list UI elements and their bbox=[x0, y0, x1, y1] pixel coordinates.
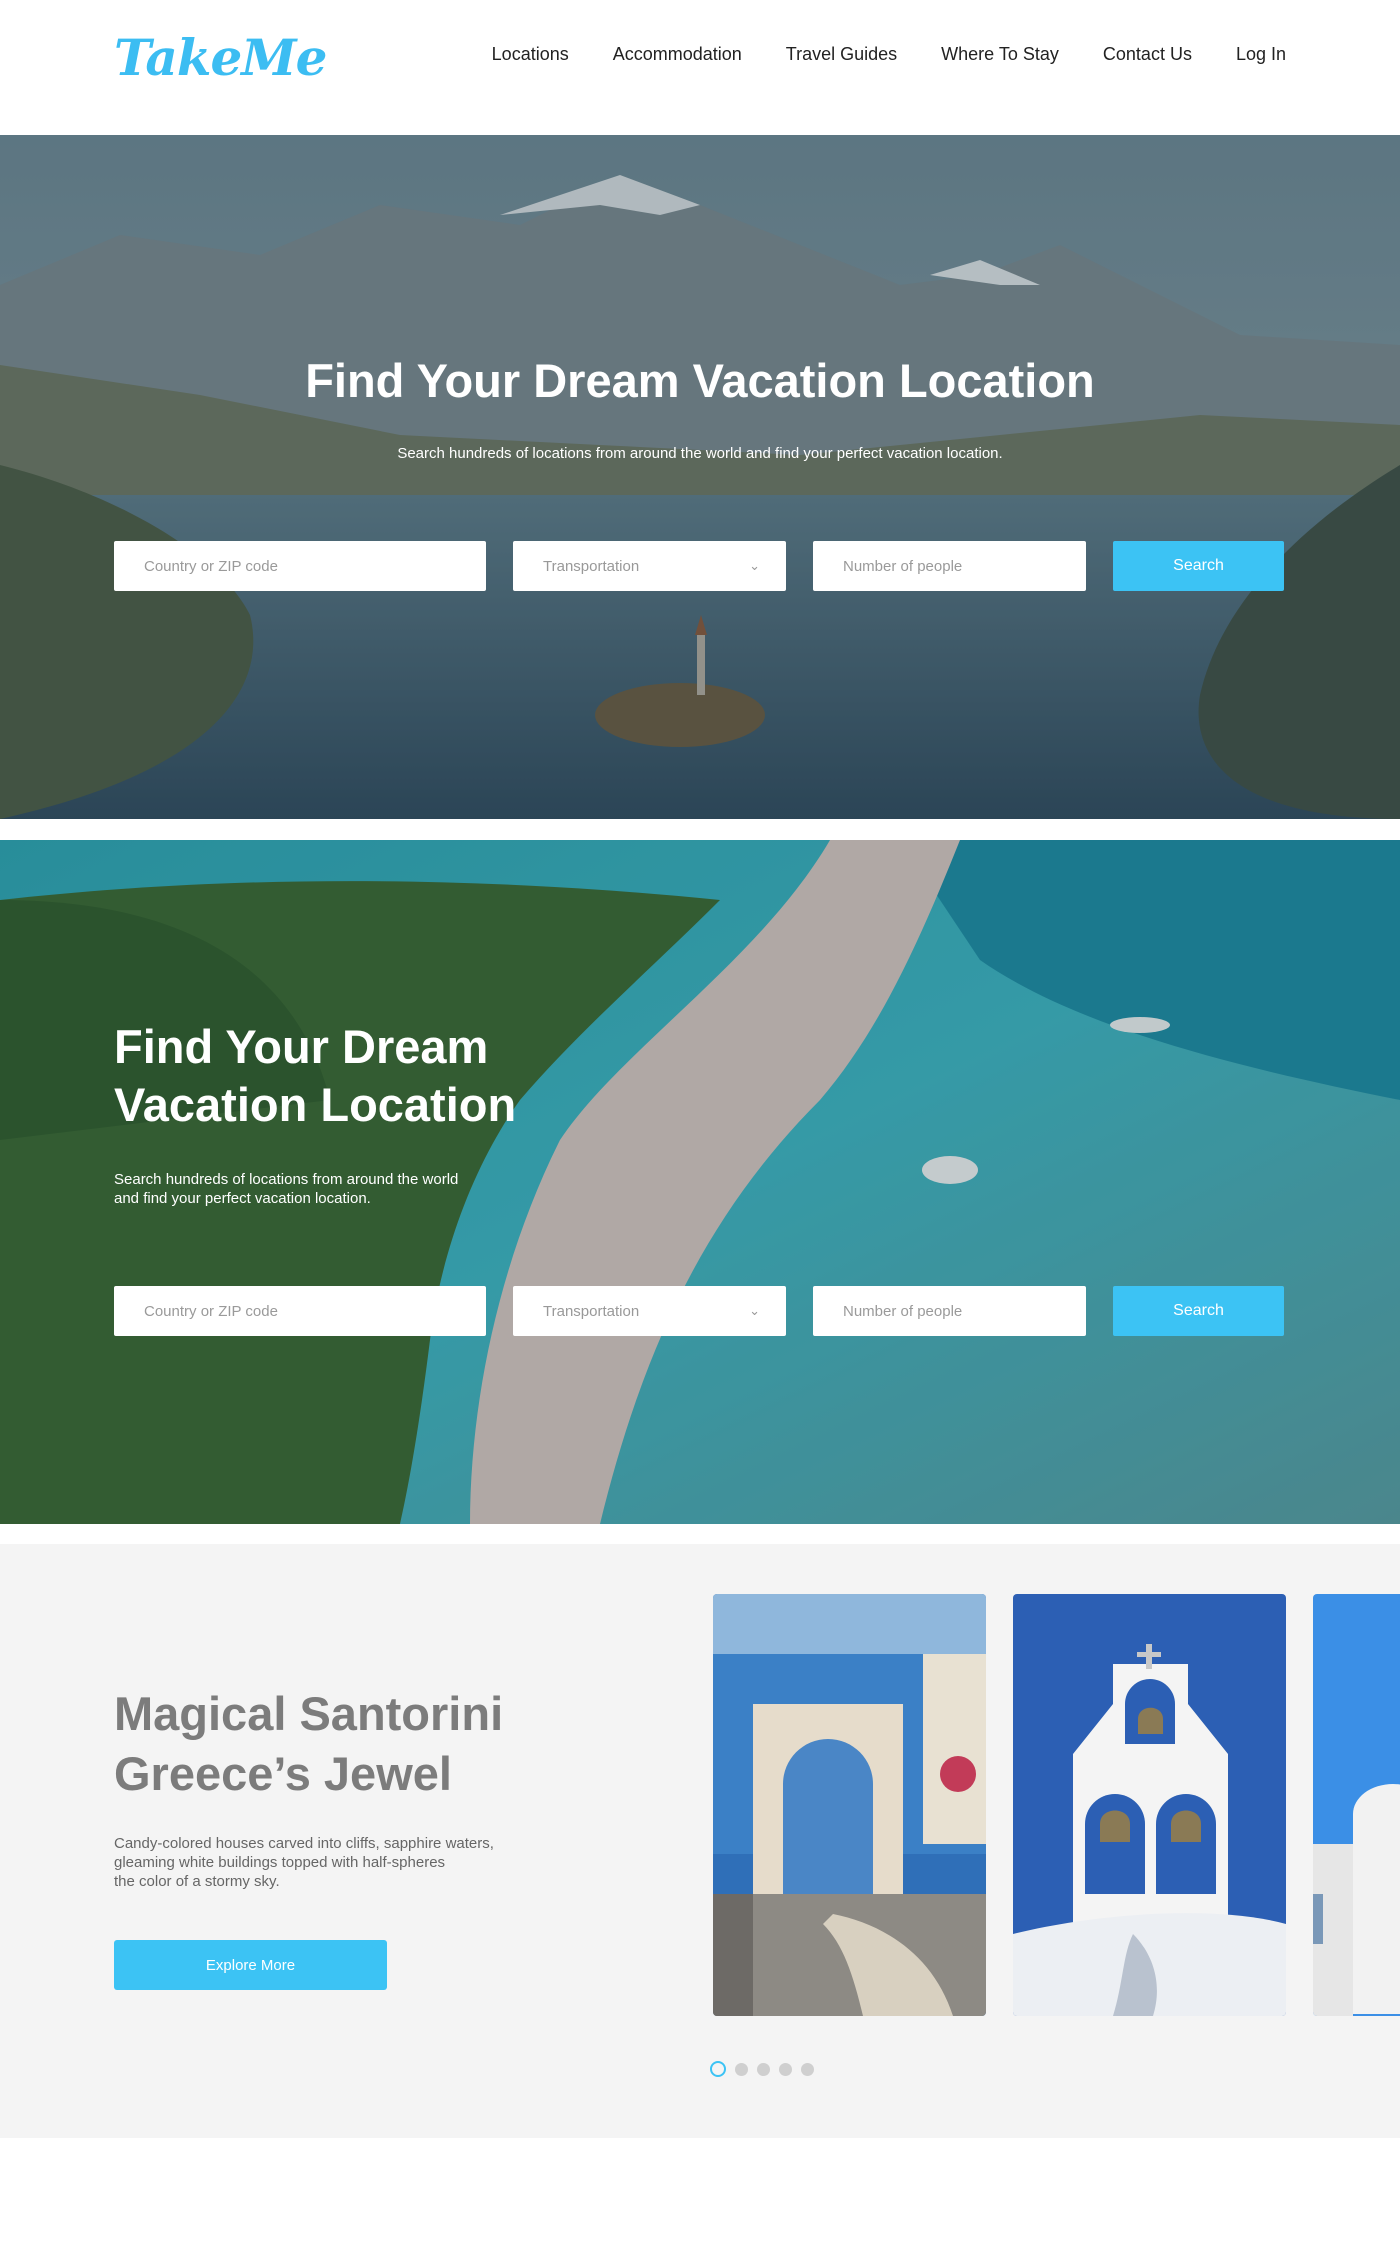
feature-title-line1: Magical Santorini bbox=[114, 1687, 504, 1740]
search-button[interactable]: Search bbox=[1113, 1286, 1284, 1336]
santorini-feature: Magical Santorini Greece’s Jewel Candy-c… bbox=[0, 1544, 1400, 2138]
location-input[interactable] bbox=[114, 541, 486, 591]
transportation-select-value: Transportation bbox=[543, 557, 640, 575]
nav-log-in[interactable]: Log In bbox=[1236, 44, 1286, 65]
hero2-title-line1: Find Your Dream bbox=[114, 1020, 489, 1073]
transportation-select[interactable]: Transportation ⌄ bbox=[513, 541, 786, 591]
archway-image bbox=[713, 1594, 986, 2016]
feature-title: Magical Santorini Greece’s Jewel bbox=[114, 1684, 594, 1804]
bell-tower-image bbox=[1013, 1594, 1286, 2016]
feature-description: Candy-colored houses carved into cliffs,… bbox=[114, 1834, 544, 1891]
chevron-down-icon: ⌄ bbox=[749, 558, 760, 573]
chevron-down-icon: ⌄ bbox=[749, 1303, 760, 1318]
carousel-dot-4[interactable] bbox=[779, 2062, 792, 2076]
feature-title-line2: Greece’s Jewel bbox=[114, 1747, 452, 1800]
carousel-dots bbox=[710, 2061, 814, 2077]
nav-contact-us[interactable]: Contact Us bbox=[1103, 44, 1192, 65]
location-input[interactable] bbox=[114, 1286, 486, 1336]
logo[interactable]: TakeMe bbox=[114, 28, 327, 87]
people-input[interactable] bbox=[813, 1286, 1086, 1336]
carousel-card-white-houses[interactable] bbox=[1313, 1594, 1400, 2016]
site-header: TakeMe Locations Accommodation Travel Gu… bbox=[0, 0, 1400, 135]
nav-travel-guides[interactable]: Travel Guides bbox=[786, 44, 897, 65]
hero2-subtitle-line1: Search hundreds of locations from around… bbox=[114, 1171, 459, 1188]
hero1-subtitle: Search hundreds of locations from around… bbox=[397, 445, 1003, 462]
nav-accommodation[interactable]: Accommodation bbox=[613, 44, 742, 65]
transportation-select[interactable]: Transportation ⌄ bbox=[513, 1286, 786, 1336]
search-button[interactable]: Search bbox=[1113, 541, 1284, 591]
feature-description-line1: Candy-colored houses carved into cliffs,… bbox=[114, 1835, 494, 1852]
hero-beach: Find Your Dream Vacation Location Search… bbox=[0, 840, 1400, 1524]
hero-lake: Find Your Dream Vacation Location Search… bbox=[0, 135, 1400, 819]
feature-description-line3: the color of a stormy sky. bbox=[114, 1873, 280, 1890]
hero-lake-image bbox=[0, 135, 1400, 819]
carousel-card-archway[interactable] bbox=[713, 1594, 986, 2016]
carousel-dot-1[interactable] bbox=[710, 2061, 726, 2077]
main-nav: Locations Accommodation Travel Guides Wh… bbox=[492, 44, 1286, 65]
transportation-select-value: Transportation bbox=[543, 1302, 640, 1320]
hero2-title-line2: Vacation Location bbox=[114, 1078, 517, 1131]
people-input[interactable] bbox=[813, 541, 1086, 591]
nav-locations[interactable]: Locations bbox=[492, 44, 569, 65]
carousel-card-bell-tower[interactable] bbox=[1013, 1594, 1286, 2016]
explore-more-button[interactable]: Explore More bbox=[114, 1940, 387, 1990]
carousel-dot-2[interactable] bbox=[735, 2062, 748, 2076]
nav-where-to-stay[interactable]: Where To Stay bbox=[941, 44, 1059, 65]
hero2-subtitle: Search hundreds of locations from around… bbox=[114, 1170, 514, 1208]
hero2-subtitle-line2: and find your perfect vacation location. bbox=[114, 1190, 371, 1207]
hero2-title: Find Your Dream Vacation Location bbox=[114, 1018, 594, 1134]
feature-description-line2: gleaming white buildings topped with hal… bbox=[114, 1854, 446, 1871]
carousel-dot-3[interactable] bbox=[757, 2062, 770, 2076]
white-houses-image bbox=[1313, 1594, 1400, 2016]
hero1-title: Find Your Dream Vacation Location bbox=[305, 354, 1095, 407]
carousel-dot-5[interactable] bbox=[801, 2062, 814, 2076]
